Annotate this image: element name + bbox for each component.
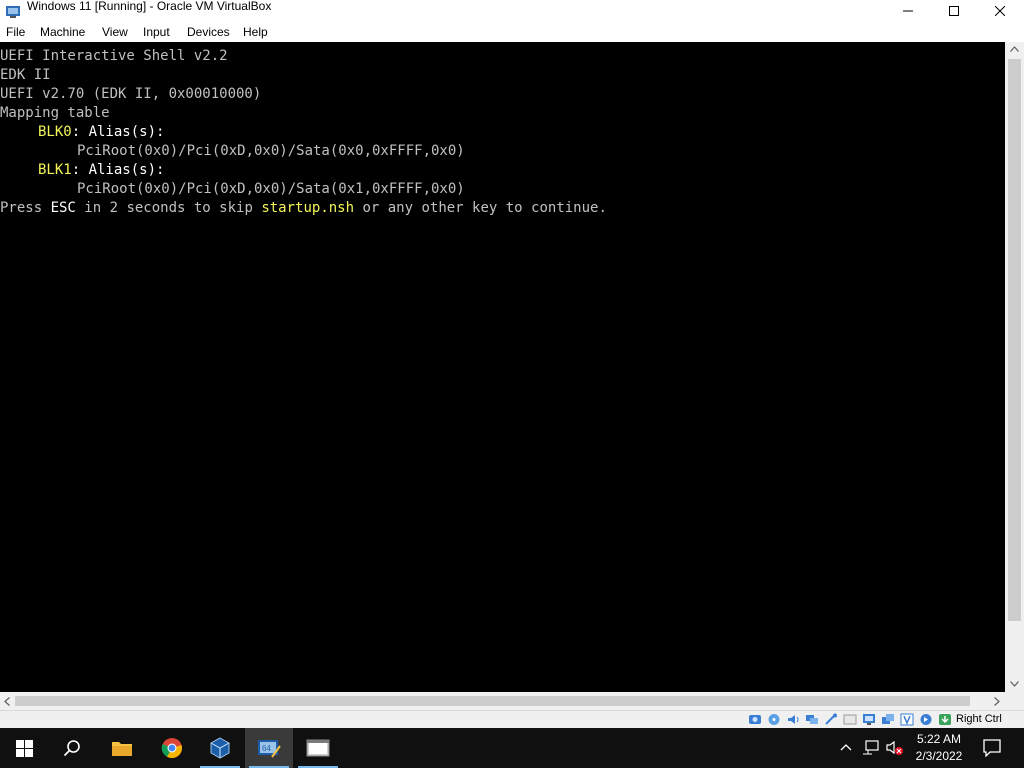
vm-window-button[interactable] xyxy=(294,728,342,768)
scrollbar-corner xyxy=(1005,692,1024,710)
status-bar: Right Ctrl xyxy=(0,710,1024,728)
chrome-button[interactable] xyxy=(148,728,196,768)
taskbar: 64 5:22 AM 2/3/2022 xyxy=(0,728,1024,768)
virtualbox-manager-button[interactable] xyxy=(196,728,244,768)
virtualbox-vm-icon: 64 xyxy=(258,740,281,758)
console-line-blk0-path: PciRoot(0x0)/Pci(0xD,0x0)/Sata(0x0,0xFFF… xyxy=(77,143,465,159)
menu-view[interactable]: View xyxy=(102,25,128,39)
hard-disk-icon[interactable] xyxy=(748,713,762,726)
console-line-blk0: BLK0: Alias(s): xyxy=(38,123,164,142)
console-line-shell-version: UEFI Interactive Shell v2.2 xyxy=(0,48,228,64)
close-icon xyxy=(995,6,1005,16)
start-icon xyxy=(15,739,33,757)
usb-icon[interactable] xyxy=(824,713,838,726)
scroll-right-icon[interactable] xyxy=(994,697,1000,706)
notifications-icon[interactable] xyxy=(983,739,1001,757)
vm-window-icon xyxy=(306,739,330,757)
file-explorer-button[interactable] xyxy=(98,728,146,768)
chrome-icon xyxy=(161,738,182,759)
horizontal-scroll-thumb[interactable] xyxy=(15,696,970,706)
audio-icon[interactable] xyxy=(786,713,800,726)
virtualization-icon[interactable] xyxy=(900,713,914,726)
network-status-icon[interactable] xyxy=(862,740,880,756)
console-line-press-esc: Press ESC in 2 seconds to skip startup.n… xyxy=(0,199,607,218)
host-key-label: Right Ctrl xyxy=(956,713,1002,725)
press-prefix: Press xyxy=(0,200,51,216)
shared-folders-icon[interactable] xyxy=(843,713,857,726)
optical-drive-icon[interactable] xyxy=(767,713,781,726)
minimize-button[interactable] xyxy=(885,0,931,22)
horizontal-scrollbar[interactable] xyxy=(0,692,1005,710)
scroll-up-icon[interactable] xyxy=(1010,46,1019,52)
press-suffix: or any other key to continue. xyxy=(354,200,607,216)
keyboard-capture-icon[interactable] xyxy=(938,713,952,726)
file-explorer-icon xyxy=(112,742,132,756)
window-title: Windows 11 [Running] - Oracle VM Virtual… xyxy=(27,0,272,13)
press-middle: in 2 seconds to skip xyxy=(75,200,262,216)
scroll-down-icon[interactable] xyxy=(1010,681,1019,687)
network-icon[interactable] xyxy=(805,713,819,726)
maximize-icon xyxy=(949,6,959,16)
menu-help[interactable]: Help xyxy=(243,25,268,39)
vertical-scrollbar[interactable] xyxy=(1005,42,1024,692)
virtualbox-vm-button[interactable]: 64 xyxy=(245,728,293,768)
video-capture-icon[interactable] xyxy=(881,713,895,726)
minimize-icon xyxy=(903,10,913,12)
show-hidden-icons-icon[interactable] xyxy=(840,743,852,751)
menu-file[interactable]: File xyxy=(6,25,25,39)
press-startup-file: startup.nsh xyxy=(261,200,355,216)
menu-devices[interactable]: Devices xyxy=(187,25,230,39)
start-button[interactable] xyxy=(0,728,48,768)
blk1-alias: : Alias(s): xyxy=(71,162,165,178)
maximize-button[interactable] xyxy=(931,0,977,22)
console-line-edk: EDK II xyxy=(0,67,51,83)
vertical-scroll-thumb[interactable] xyxy=(1008,59,1021,621)
console-line-blk1-path: PciRoot(0x0)/Pci(0xD,0x0)/Sata(0x1,0xFFF… xyxy=(77,181,465,197)
blk1-name: BLK1 xyxy=(38,162,72,178)
search-icon xyxy=(63,740,80,757)
menu-machine[interactable]: Machine xyxy=(40,25,85,39)
blk0-alias: : Alias(s): xyxy=(71,124,165,140)
mouse-integration-icon[interactable] xyxy=(919,713,933,726)
press-esc-key: ESC xyxy=(50,200,76,216)
close-button[interactable] xyxy=(977,0,1023,22)
console-line-mapping-table: Mapping table xyxy=(0,105,110,121)
clock-time: 5:22 AM xyxy=(916,732,962,746)
display-icon[interactable] xyxy=(862,713,876,726)
search-button[interactable] xyxy=(48,728,96,768)
volume-muted-icon[interactable] xyxy=(886,740,904,756)
title-bar[interactable]: Windows 11 [Running] - Oracle VM Virtual… xyxy=(0,0,1024,22)
virtualbox-manager-icon xyxy=(210,737,230,759)
svg-text:64: 64 xyxy=(262,744,271,753)
console-line-blk1: BLK1: Alias(s): xyxy=(38,161,164,180)
vm-display[interactable]: UEFI Interactive Shell v2.2 EDK II UEFI … xyxy=(0,42,1005,692)
console-line-uefi-version: UEFI v2.70 (EDK II, 0x00010000) xyxy=(0,86,262,102)
blk0-name: BLK0 xyxy=(38,124,72,140)
scroll-left-icon[interactable] xyxy=(4,697,10,706)
virtualbox-app-icon xyxy=(6,6,20,18)
menu-bar: File Machine View Input Devices Help xyxy=(0,22,1024,42)
menu-input[interactable]: Input xyxy=(143,25,170,39)
clock-date: 2/3/2022 xyxy=(915,749,963,763)
clock[interactable]: 5:22 AM 2/3/2022 xyxy=(904,731,974,765)
